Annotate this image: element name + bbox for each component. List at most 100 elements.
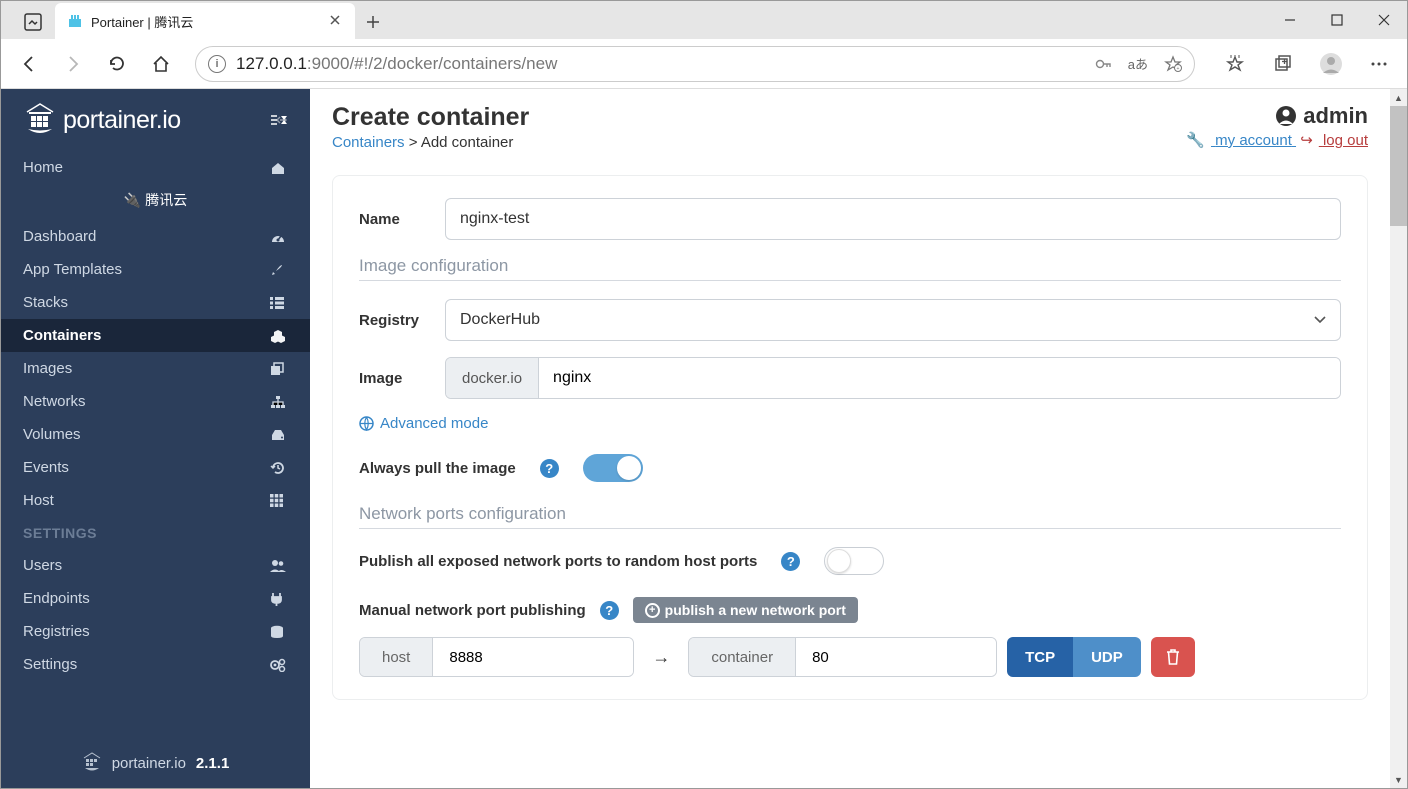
plug-icon [270, 591, 288, 606]
help-icon[interactable]: ? [540, 459, 559, 478]
publish-port-button[interactable]: + publish a new network port [633, 597, 858, 623]
sidebar-item-networks[interactable]: Networks [1, 385, 310, 418]
new-tab-button[interactable] [355, 5, 391, 39]
sidebar-item-home[interactable]: Home [1, 151, 310, 184]
sidebar-item-dashboard[interactable]: Dashboard [1, 220, 310, 253]
my-account-link[interactable]: my account [1211, 132, 1296, 149]
sidebar-item-registries[interactable]: Registries [1, 615, 310, 648]
trash-icon [1166, 649, 1180, 665]
image-input[interactable] [539, 358, 1340, 398]
site-info-icon[interactable]: i [208, 55, 226, 73]
container-label: container [689, 638, 796, 676]
sidebar-item-app-templates[interactable]: App Templates [1, 253, 310, 286]
container-port-input[interactable] [796, 638, 996, 676]
scroll-up-icon[interactable]: ▲ [1390, 89, 1407, 106]
image-config-header: Image configuration [359, 256, 1341, 281]
chevron-down-icon [1314, 316, 1326, 324]
home-button[interactable] [141, 44, 181, 84]
close-window-button[interactable] [1360, 1, 1407, 39]
host-port-input[interactable] [433, 638, 633, 676]
sidebar-item-settings[interactable]: Settings [1, 648, 310, 681]
database-icon [270, 625, 288, 639]
sidebar-item-containers[interactable]: Containers [1, 319, 310, 352]
rocket-icon [270, 263, 288, 277]
tcp-button[interactable]: TCP [1007, 637, 1073, 677]
breadcrumb: Containers > Add container [332, 134, 529, 151]
profile-icon[interactable] [1311, 44, 1351, 84]
manual-publish-label: Manual network port publishing [359, 602, 586, 619]
portainer-logo-icon [23, 102, 57, 138]
url-bar[interactable]: i 127.0.0.1:9000/#!/2/docker/containers/… [195, 46, 1195, 82]
publish-all-label: Publish all exposed network ports to ran… [359, 553, 757, 570]
settings-section-header: SETTINGS [1, 517, 310, 549]
registry-label: Registry [359, 312, 431, 329]
collapse-sidebar-icon[interactable] [270, 113, 288, 127]
publish-all-toggle[interactable] [824, 547, 884, 575]
list-icon [270, 297, 288, 309]
wrench-icon: 🔧 [1186, 132, 1205, 149]
favorites-icon[interactable] [1215, 44, 1255, 84]
username-display: admin [1186, 103, 1368, 129]
browser-toolbar: i 127.0.0.1:9000/#!/2/docker/containers/… [1, 39, 1407, 89]
always-pull-label: Always pull the image [359, 460, 516, 477]
delete-port-button[interactable] [1151, 637, 1195, 677]
browser-tab[interactable]: Portainer | 腾讯云 [55, 3, 355, 39]
name-input[interactable] [445, 198, 1341, 240]
registry-select[interactable]: DockerHub [445, 299, 1341, 341]
minimize-window-button[interactable] [1266, 1, 1313, 39]
always-pull-toggle[interactable] [583, 454, 643, 482]
menu-icon[interactable] [1359, 44, 1399, 84]
advanced-mode-link[interactable]: Advanced mode [359, 415, 1341, 432]
collections-icon[interactable] [1263, 44, 1303, 84]
logout-link[interactable]: log out [1319, 132, 1368, 149]
signout-icon: ↪ [1300, 132, 1313, 149]
name-label: Name [359, 211, 431, 228]
help-icon[interactable]: ? [600, 601, 619, 620]
image-prefix: docker.io [446, 358, 539, 398]
environment-label[interactable]: 🔌腾讯云 [1, 184, 310, 220]
help-icon[interactable]: ? [781, 552, 800, 571]
home-icon [270, 161, 288, 175]
hdd-icon [270, 429, 288, 441]
sidebar-item-events[interactable]: Events [1, 451, 310, 484]
svg-text:+: + [1177, 66, 1180, 72]
star-icon[interactable]: + [1164, 55, 1182, 73]
browser-tab-strip: Portainer | 腾讯云 [1, 1, 1407, 39]
udp-button[interactable]: UDP [1073, 637, 1141, 677]
footer-logo-icon [82, 752, 102, 774]
maximize-window-button[interactable] [1313, 1, 1360, 39]
main-content: Create container Containers > Add contai… [310, 89, 1390, 788]
globe-icon [359, 416, 374, 431]
favicon-icon [67, 13, 83, 29]
url-text: 127.0.0.1:9000/#!/2/docker/containers/ne… [236, 54, 1084, 74]
sidebar-item-stacks[interactable]: Stacks [1, 286, 310, 319]
brand-logo[interactable]: portainer.io [23, 102, 181, 138]
cogs-icon [270, 658, 288, 672]
plug-icon: 🔌 [124, 192, 141, 208]
sidebar: portainer.io Home 🔌腾讯云 Dashboard App Tem… [1, 89, 310, 788]
image-input-group: docker.io [445, 357, 1341, 399]
sidebar-item-endpoints[interactable]: Endpoints [1, 582, 310, 615]
sidebar-footer: portainer.io 2.1.1 [1, 738, 310, 788]
key-icon[interactable] [1094, 55, 1112, 73]
back-button[interactable] [9, 44, 49, 84]
arrow-right-icon: → [644, 647, 678, 668]
form-panel: Name Image configuration Registry Docker… [332, 175, 1368, 700]
sidebar-item-volumes[interactable]: Volumes [1, 418, 310, 451]
breadcrumb-containers-link[interactable]: Containers [332, 134, 405, 151]
clone-icon [270, 362, 288, 376]
sidebar-item-images[interactable]: Images [1, 352, 310, 385]
sidebar-item-users[interactable]: Users [1, 549, 310, 582]
image-label: Image [359, 370, 431, 387]
tab-title: Portainer | 腾讯云 [91, 12, 321, 31]
cubes-icon [270, 329, 288, 343]
version-label: 2.1.1 [196, 755, 229, 772]
scroll-down-icon[interactable]: ▼ [1390, 771, 1407, 788]
host-label: host [360, 638, 433, 676]
reload-button[interactable] [97, 44, 137, 84]
sidebar-item-host[interactable]: Host [1, 484, 310, 517]
close-tab-icon[interactable] [329, 14, 343, 28]
tab-actions-icon[interactable] [11, 5, 55, 39]
vertical-scrollbar[interactable]: ▲ ▼ [1390, 89, 1407, 788]
translate-icon[interactable]: aあ [1128, 54, 1148, 73]
